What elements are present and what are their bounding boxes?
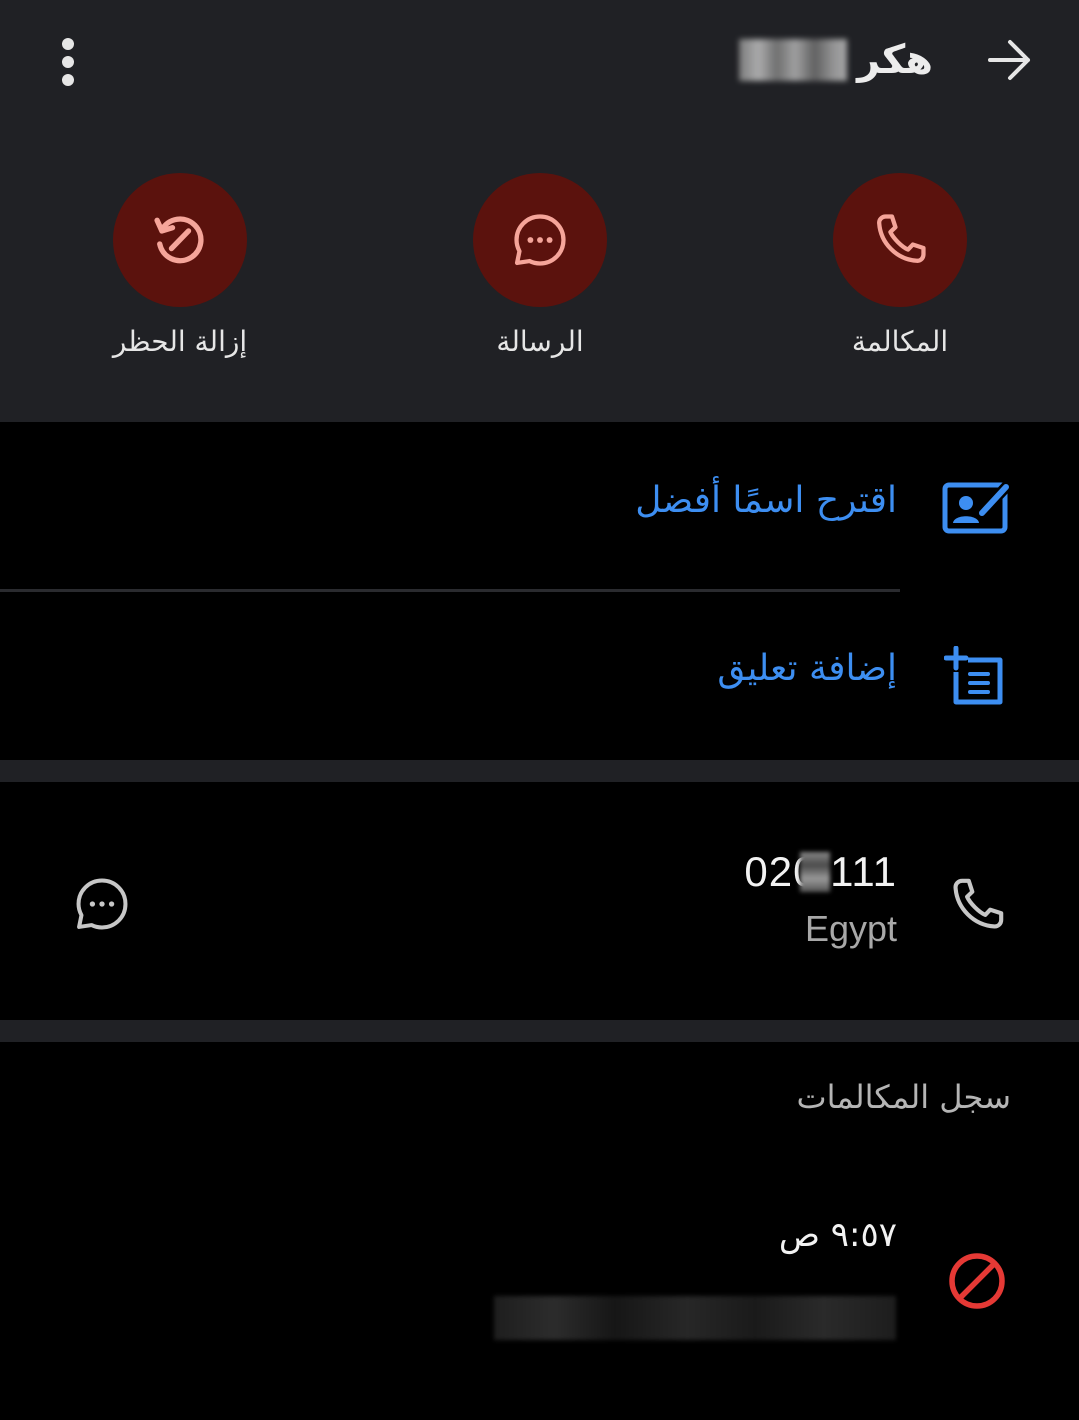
phone-number-row[interactable] — [0, 782, 1079, 1020]
arrow-right-icon — [988, 40, 1030, 80]
message-action-circle[interactable] — [473, 173, 607, 307]
add-note-icon — [944, 646, 1003, 705]
call-log-details-redacted — [494, 1296, 896, 1340]
phone-number-redacted — [800, 852, 831, 892]
unblock-icon — [154, 216, 204, 264]
blocked-icon — [949, 1253, 1005, 1309]
unblock-action-label: إزالة الحظر — [112, 325, 248, 358]
contact-name-text: هكر — [857, 37, 933, 83]
add-comment-row[interactable]: إضافة تعليق — [0, 592, 1079, 758]
phone-number-block: 020 111 Egypt — [744, 848, 897, 950]
message-icon[interactable] — [70, 872, 134, 936]
phone-icon — [953, 878, 1004, 929]
suggest-name-row[interactable]: اقترح اسمًا أفضل — [0, 424, 1079, 590]
phone-number-container: 020 111 — [744, 848, 897, 896]
contact-edit-icon — [942, 481, 1012, 534]
message-action-label: الرسالة — [496, 325, 584, 358]
call-log-entry[interactable] — [0, 1180, 1079, 1380]
call-log-title: سجل المكالمات — [796, 1078, 1011, 1116]
contact-name-redacted — [739, 39, 848, 81]
phone-icon — [877, 214, 926, 263]
more-options-button[interactable] — [44, 30, 92, 94]
unblock-action[interactable]: إزالة الحظر — [80, 173, 280, 358]
section-separator — [0, 760, 1079, 782]
section-separator — [0, 1020, 1079, 1042]
call-log-time: ٩:٥٧ ص — [778, 1215, 897, 1255]
message-icon — [514, 214, 566, 266]
unblock-action-circle[interactable] — [113, 173, 247, 307]
more-vert-icon — [62, 38, 74, 86]
call-action[interactable]: المكالمة — [800, 173, 1000, 358]
phone-country: Egypt — [804, 908, 897, 949]
contact-header: هكر المكالمة الرسالة إزالة الحظر — [0, 0, 1079, 422]
add-comment-label: إضافة تعليق — [717, 648, 897, 689]
call-action-circle[interactable] — [833, 173, 967, 307]
call-action-label: المكالمة — [851, 325, 949, 358]
back-button[interactable] — [970, 28, 1050, 92]
contact-name: هكر — [739, 28, 933, 92]
message-action[interactable]: الرسالة — [440, 173, 640, 358]
suggest-name-label: اقترح اسمًا أفضل — [635, 480, 897, 521]
